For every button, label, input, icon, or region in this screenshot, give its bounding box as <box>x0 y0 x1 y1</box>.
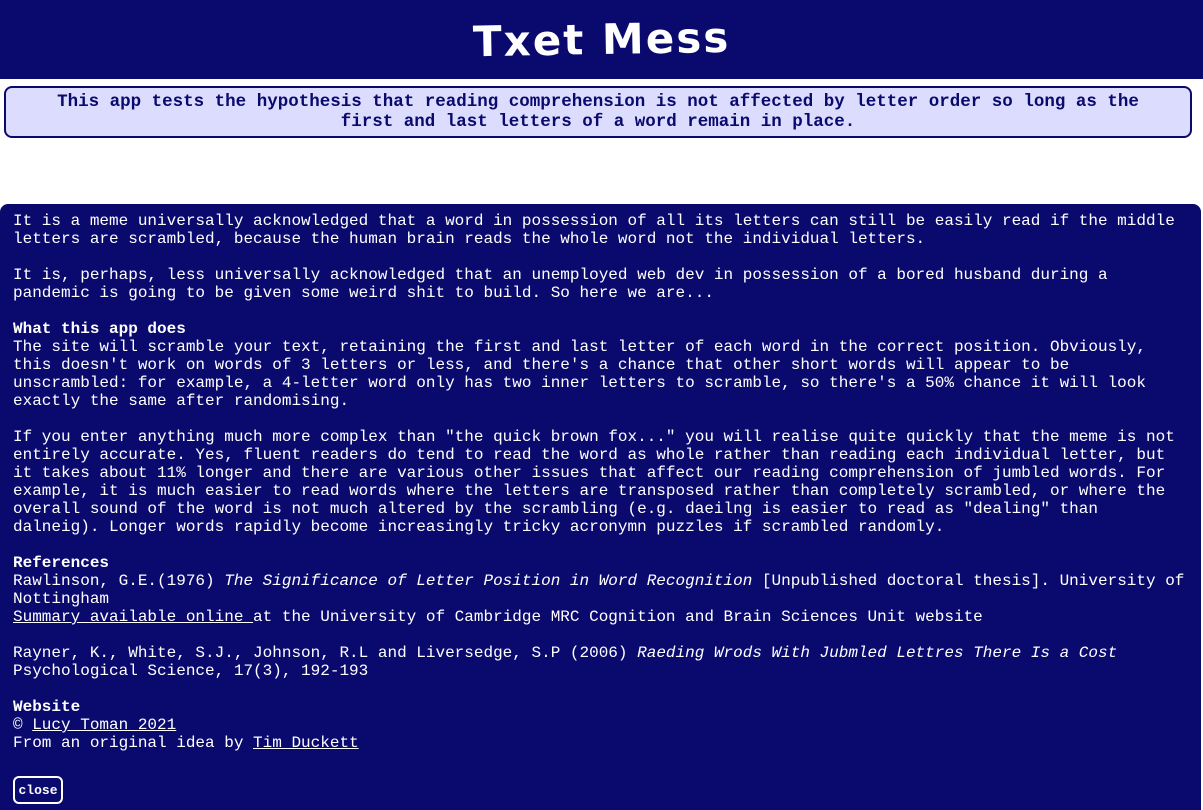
copyright-line: © Lucy Toman 2021 <box>13 716 1188 734</box>
ref2-title: Raeding Wrods With Jubmled Lettres There… <box>637 644 1118 662</box>
what-heading: What this app does <box>13 320 186 338</box>
intro-banner: This app tests the hypothesis that readi… <box>4 86 1192 138</box>
author-link[interactable]: Lucy Toman 2021 <box>32 716 176 734</box>
about-paragraph-1: It is a meme universally acknowledged th… <box>13 212 1175 248</box>
ref2-authors: Rayner, K., White, S.J., Johnson, R.L an… <box>13 644 638 662</box>
ref1-authors: Rawlinson, G.E.(1976) <box>13 572 225 590</box>
reference-1-link-line: Summary available online at the Universi… <box>13 608 1188 626</box>
ref2-journal: Psychological Science, 17(3), 192-193 <box>13 662 369 680</box>
website-heading: Website <box>13 698 81 716</box>
intro-text: This app tests the hypothesis that readi… <box>57 92 1139 132</box>
about-paragraph-4: If you enter anything much more complex … <box>13 428 1175 536</box>
original-idea-line: From an original idea by Tim Duckett <box>13 734 1188 752</box>
reference-2: Rayner, K., White, S.J., Johnson, R.L an… <box>13 644 1188 662</box>
about-panel: It is a meme universally acknowledged th… <box>0 204 1201 810</box>
reference-1: Rawlinson, G.E.(1976) The Significance o… <box>13 572 1188 608</box>
what-body: The site will scramble your text, retain… <box>13 338 1146 410</box>
copyright-symbol: © <box>13 716 33 734</box>
idea-prefix: From an original idea by <box>13 734 254 752</box>
app-header: Txet Mess <box>0 0 1203 79</box>
app-title: Txet Mess <box>472 12 731 67</box>
references-heading: References <box>13 554 110 572</box>
ref1-title: The Significance of Letter Position in W… <box>224 572 753 590</box>
summary-link[interactable]: Summary available online <box>13 608 253 626</box>
close-button[interactable]: close <box>13 776 63 804</box>
summary-link-rest: at the University of Cambridge MRC Cogni… <box>253 608 983 626</box>
about-paragraph-2: It is, perhaps, less universally acknowl… <box>13 266 1108 302</box>
idea-author-link[interactable]: Tim Duckett <box>253 734 359 752</box>
